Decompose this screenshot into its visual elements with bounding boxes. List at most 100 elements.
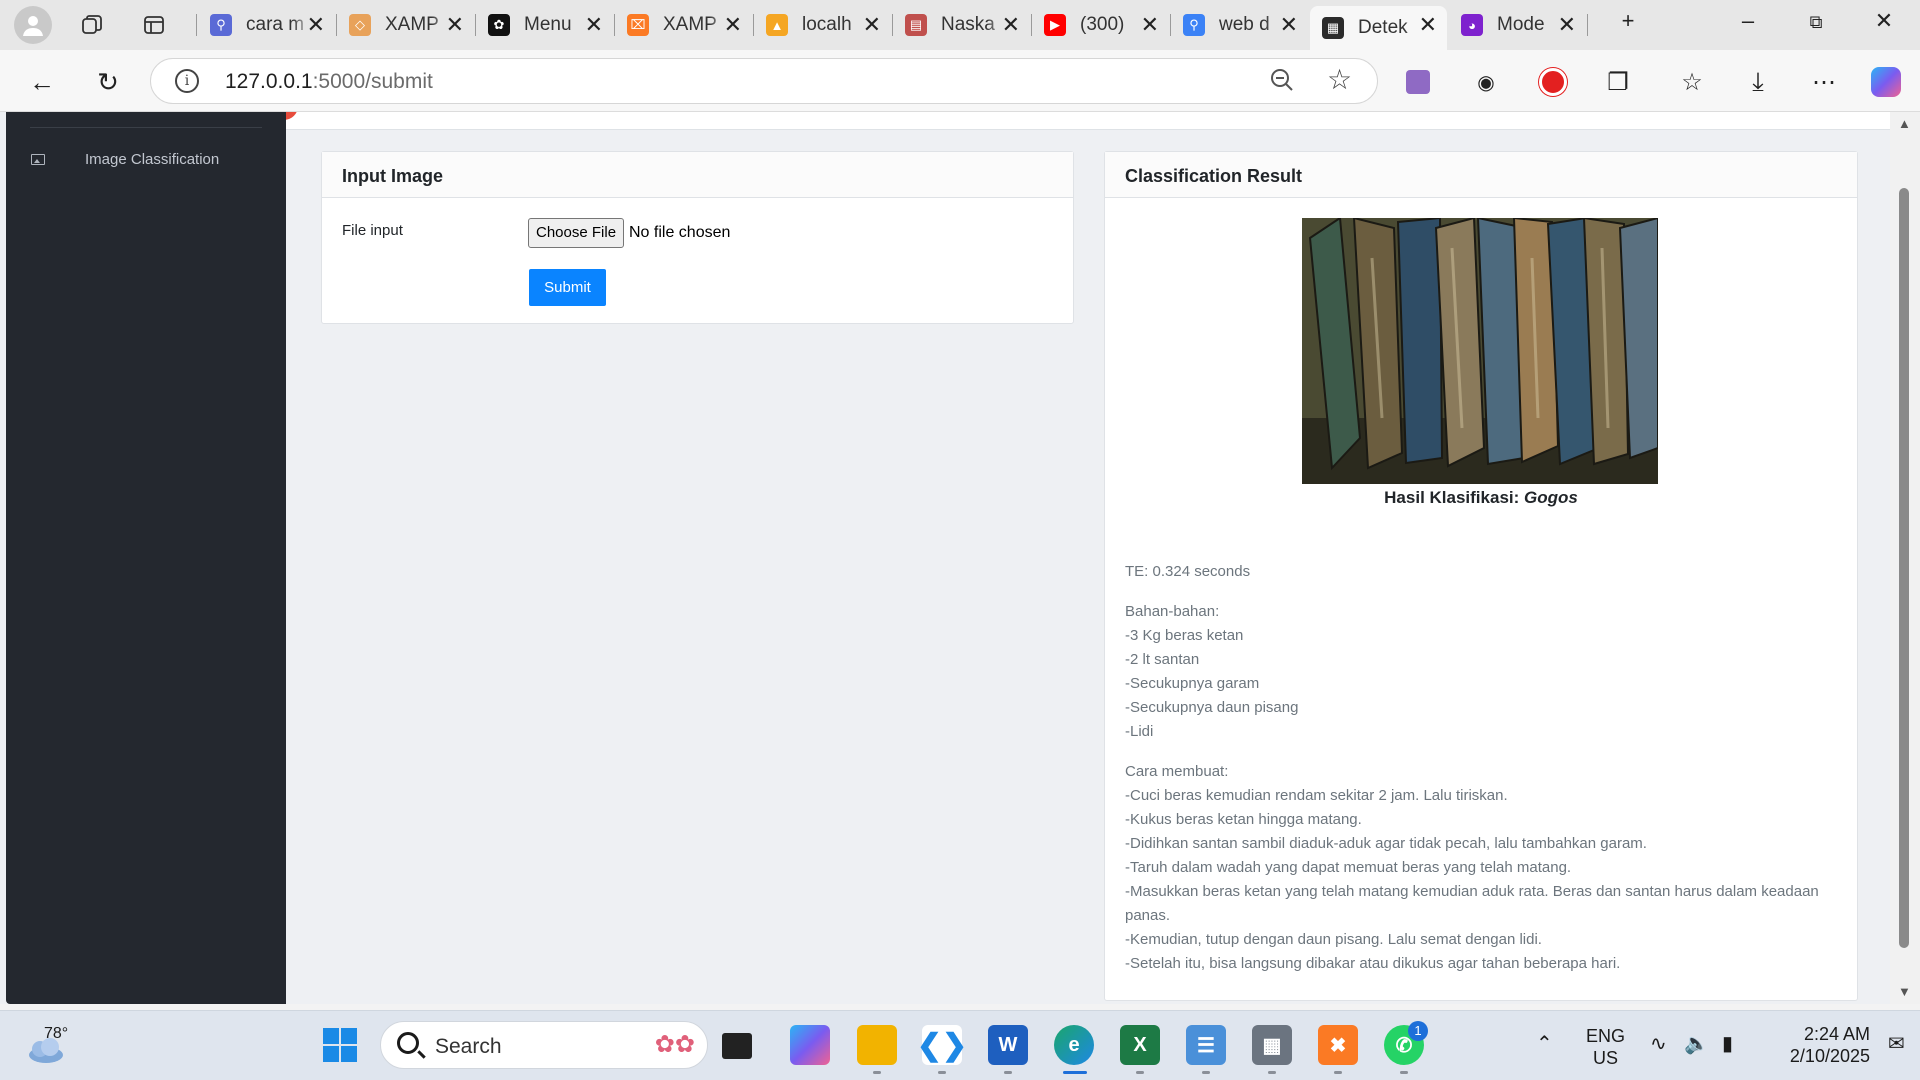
volume-icon[interactable]: 🔈 xyxy=(1684,1033,1709,1055)
notepad-icon[interactable]: ☰ xyxy=(1186,1025,1226,1065)
close-tab-icon[interactable]: ✕ xyxy=(1141,12,1159,38)
close-tab-icon[interactable]: ✕ xyxy=(1280,12,1298,38)
openai-icon: ✿ xyxy=(488,14,510,36)
show-hidden-icons[interactable]: ⌃ xyxy=(1536,1033,1553,1055)
youtube-icon: ▶ xyxy=(1044,14,1066,36)
profile-icon[interactable] xyxy=(14,6,52,44)
close-tab-icon[interactable]: ✕ xyxy=(446,12,464,38)
tab-title: XAMP xyxy=(663,14,717,35)
xampp-icon: ⌧ xyxy=(627,14,649,36)
whatsapp-badge: 1 xyxy=(1408,1021,1428,1041)
browser-tab[interactable]: ▤ Naska ✕ xyxy=(893,6,1030,44)
tab-actions-icon[interactable] xyxy=(136,7,172,43)
zoom-icon[interactable] xyxy=(1269,67,1295,100)
web-page: Image Classification Input Image File in… xyxy=(0,112,1920,1004)
browser-tab[interactable]: ⚲ cara m ✕ xyxy=(198,6,335,44)
scroll-up-icon[interactable]: ▲ xyxy=(1898,116,1911,131)
result-image xyxy=(1302,218,1658,484)
xampp-taskbar-icon[interactable]: ✖ xyxy=(1318,1025,1358,1065)
step-item: -Cuci beras kemudian rendam sekitar 2 ja… xyxy=(1125,787,1508,804)
record-icon[interactable]: ◉ xyxy=(1468,64,1504,100)
browser-tab[interactable]: ▲ localh ✕ xyxy=(754,6,891,44)
browser-tab[interactable]: ✿ Menu ✕ xyxy=(476,6,613,44)
adblock-icon[interactable] xyxy=(1535,64,1571,100)
search-icon xyxy=(397,1032,419,1054)
file-explorer-icon[interactable] xyxy=(857,1025,897,1065)
scroll-down-icon[interactable]: ▼ xyxy=(1898,984,1911,999)
tab-title: localh xyxy=(802,14,852,35)
close-tab-icon[interactable]: ✕ xyxy=(863,12,881,38)
word-icon[interactable]: W xyxy=(988,1025,1028,1065)
tab-title: cara m xyxy=(246,14,305,35)
step-item: -Kemudian, tutup dengan daun pisang. Lal… xyxy=(1125,931,1542,948)
browser-tab[interactable]: ⚲ web d ✕ xyxy=(1171,6,1308,44)
close-tab-icon[interactable]: ✕ xyxy=(724,12,742,38)
tab-title: web d xyxy=(1219,14,1270,35)
close-tab-icon[interactable]: ✕ xyxy=(1002,12,1020,38)
wifi-icon[interactable]: ∿ xyxy=(1650,1033,1667,1055)
notifications-icon[interactable]: ✉ xyxy=(1888,1033,1905,1055)
classification-label: Gogos xyxy=(1524,488,1578,507)
browser-tab[interactable]: ◇ XAMP ✕ xyxy=(337,6,474,44)
task-view-icon[interactable] xyxy=(722,1033,752,1059)
close-tab-icon[interactable]: ✕ xyxy=(307,12,325,38)
site-info-icon[interactable]: i xyxy=(175,69,199,93)
downloads-icon[interactable]: ⤓ xyxy=(1740,64,1776,100)
battery-icon[interactable]: ▮ xyxy=(1722,1033,1733,1055)
edge-icon[interactable]: e xyxy=(1054,1025,1094,1065)
favorite-star-icon[interactable]: ☆ xyxy=(1327,63,1352,96)
clock[interactable]: 2:24 AM 2/10/2025 xyxy=(1770,1023,1870,1067)
minimize-icon[interactable]: – xyxy=(1728,8,1768,34)
ingredient-item: -Secukupnya garam xyxy=(1125,675,1260,692)
browser-tab[interactable]: ⌧ XAMP ✕ xyxy=(615,6,752,44)
browser-tab[interactable]: ◕ Mode ✕ xyxy=(1449,6,1586,44)
language-indicator[interactable]: ENG US xyxy=(1586,1025,1625,1069)
copilot-icon[interactable] xyxy=(1868,64,1904,100)
restore-icon[interactable]: ⧉ xyxy=(1796,12,1836,33)
browser-tab[interactable]: ▶ (300) ✕ xyxy=(1032,6,1169,44)
search-icon: ⚲ xyxy=(210,14,232,36)
close-tab-icon[interactable]: ✕ xyxy=(585,12,603,38)
back-icon[interactable]: ← xyxy=(24,64,60,100)
navigation-bar: ← ↻ i 127.0.0.1:5000/submit ☆ ◉ ❐ ☆ ⤓ ⋯ xyxy=(0,50,1920,112)
address-bar[interactable]: i 127.0.0.1:5000/submit ☆ xyxy=(150,58,1378,104)
vscode-icon[interactable]: ❮❯ xyxy=(917,1025,967,1065)
sidebar-item-image-classification[interactable]: Image Classification xyxy=(6,142,286,176)
page-scrollbar[interactable]: ▲ ▼ xyxy=(1890,112,1920,1004)
workspaces-icon[interactable] xyxy=(74,7,110,43)
excel-icon[interactable]: X xyxy=(1120,1025,1160,1065)
submit-button[interactable]: Submit xyxy=(529,269,606,306)
calculator-icon[interactable]: ▦ xyxy=(1252,1025,1292,1065)
top-navbar xyxy=(286,112,1890,130)
close-window-icon[interactable]: ✕ xyxy=(1864,8,1904,34)
clock-time: 2:24 AM xyxy=(1803,1024,1870,1044)
extension-purple-icon[interactable] xyxy=(1400,64,1436,100)
more-icon[interactable]: ⋯ xyxy=(1806,64,1842,100)
scrollbar-thumb[interactable] xyxy=(1899,188,1909,948)
taskbar-search[interactable]: Search ✿✿ xyxy=(380,1021,708,1069)
browser-tab[interactable]: ▦ Detek ✕ xyxy=(1310,6,1447,50)
copilot-taskbar-icon[interactable] xyxy=(790,1025,830,1065)
model-icon: ◕ xyxy=(1461,14,1483,36)
ingredient-item: -Secukupnya daun pisang xyxy=(1125,699,1299,716)
url-path: :5000/submit xyxy=(312,70,433,93)
new-tab-icon[interactable]: + xyxy=(1608,8,1648,34)
ingredient-item: -Lidi xyxy=(1125,723,1154,740)
ingredients-title: Bahan-bahan: xyxy=(1125,603,1220,620)
extensions-icon[interactable]: ❐ xyxy=(1600,64,1636,100)
result-details: TE: 0.324 seconds Bahan-bahan: -3 Kg ber… xyxy=(1125,560,1825,992)
step-item: -Setelah itu, bisa langsung dibakar atau… xyxy=(1125,955,1621,972)
close-tab-icon[interactable]: ✕ xyxy=(1558,12,1576,38)
url-text[interactable]: 127.0.0.1:5000/submit xyxy=(225,70,433,94)
choose-file-button[interactable]: Choose File xyxy=(528,218,625,248)
close-tab-icon[interactable]: ✕ xyxy=(1419,12,1437,38)
favorites-icon[interactable]: ☆ xyxy=(1674,64,1710,100)
refresh-icon[interactable]: ↻ xyxy=(90,64,126,100)
steps-title: Cara membuat: xyxy=(1125,763,1229,780)
step-item: -Kukus beras ketan hingga matang. xyxy=(1125,811,1362,828)
start-icon[interactable] xyxy=(320,1025,360,1065)
card-title: Input Image xyxy=(322,152,1073,198)
classification-result-card: Classification Result Hasil Klasifikasi:… xyxy=(1104,151,1858,1001)
phpmyadmin-icon: ▲ xyxy=(766,14,788,36)
step-item: -Taruh dalam wadah yang dapat memuat ber… xyxy=(1125,859,1572,876)
